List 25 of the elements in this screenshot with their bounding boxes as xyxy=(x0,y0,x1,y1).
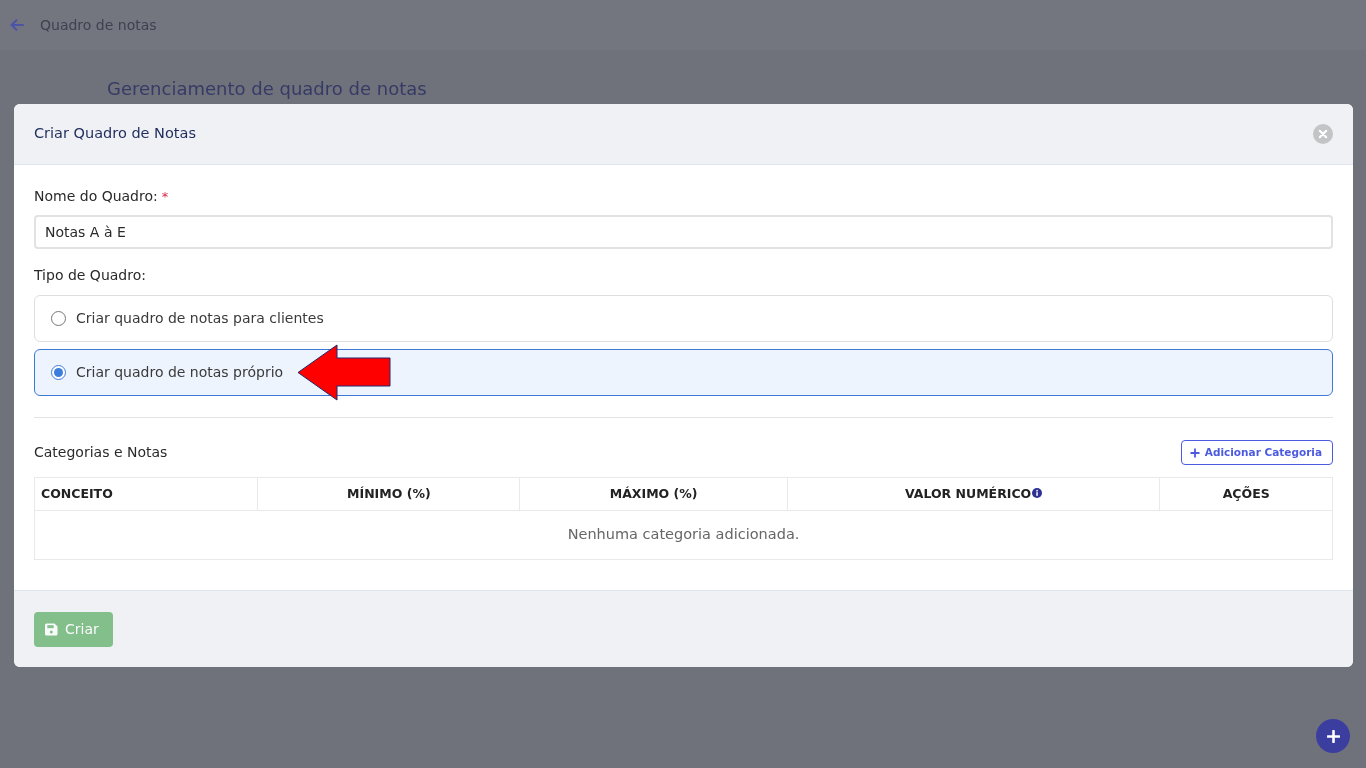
name-input[interactable]: Notas A à E xyxy=(34,215,1333,249)
radio-button[interactable] xyxy=(51,365,66,380)
create-button: Criar xyxy=(34,612,113,647)
column-header: MÍNIMO (%) xyxy=(347,485,431,501)
add-category-button[interactable]: Adicionar Categoria xyxy=(1180,440,1333,465)
column-header: AÇÕES xyxy=(1222,485,1270,501)
close-button[interactable] xyxy=(1313,124,1333,144)
modal-title: Criar Quadro de Notas xyxy=(34,125,196,143)
close-icon xyxy=(1313,124,1333,144)
add-button[interactable] xyxy=(1316,719,1350,753)
radio-option[interactable]: Criar quadro de notas próprio xyxy=(34,349,1333,396)
column-header: VALOR NUMÉRICO xyxy=(904,485,1032,501)
field-label: Nome do Quadro: xyxy=(34,187,158,206)
column-header: MÁXIMO (%) xyxy=(609,485,698,501)
required-mark: * xyxy=(161,187,169,206)
plus-icon xyxy=(1189,447,1200,458)
empty-table-message: Nenhuma categoria adicionada. xyxy=(34,510,1333,560)
plus-icon xyxy=(1326,729,1340,743)
radio-option[interactable]: Criar quadro de notas para clientes xyxy=(34,295,1333,342)
column-header: CONCEITO xyxy=(41,485,113,501)
field-label: Tipo de Quadro: xyxy=(34,266,147,285)
save-icon xyxy=(45,623,58,636)
page-heading: Gerenciamento de quadro de notas xyxy=(106,77,428,100)
section-title: Categorias e Notas xyxy=(34,443,168,462)
radio-button[interactable] xyxy=(51,311,66,326)
